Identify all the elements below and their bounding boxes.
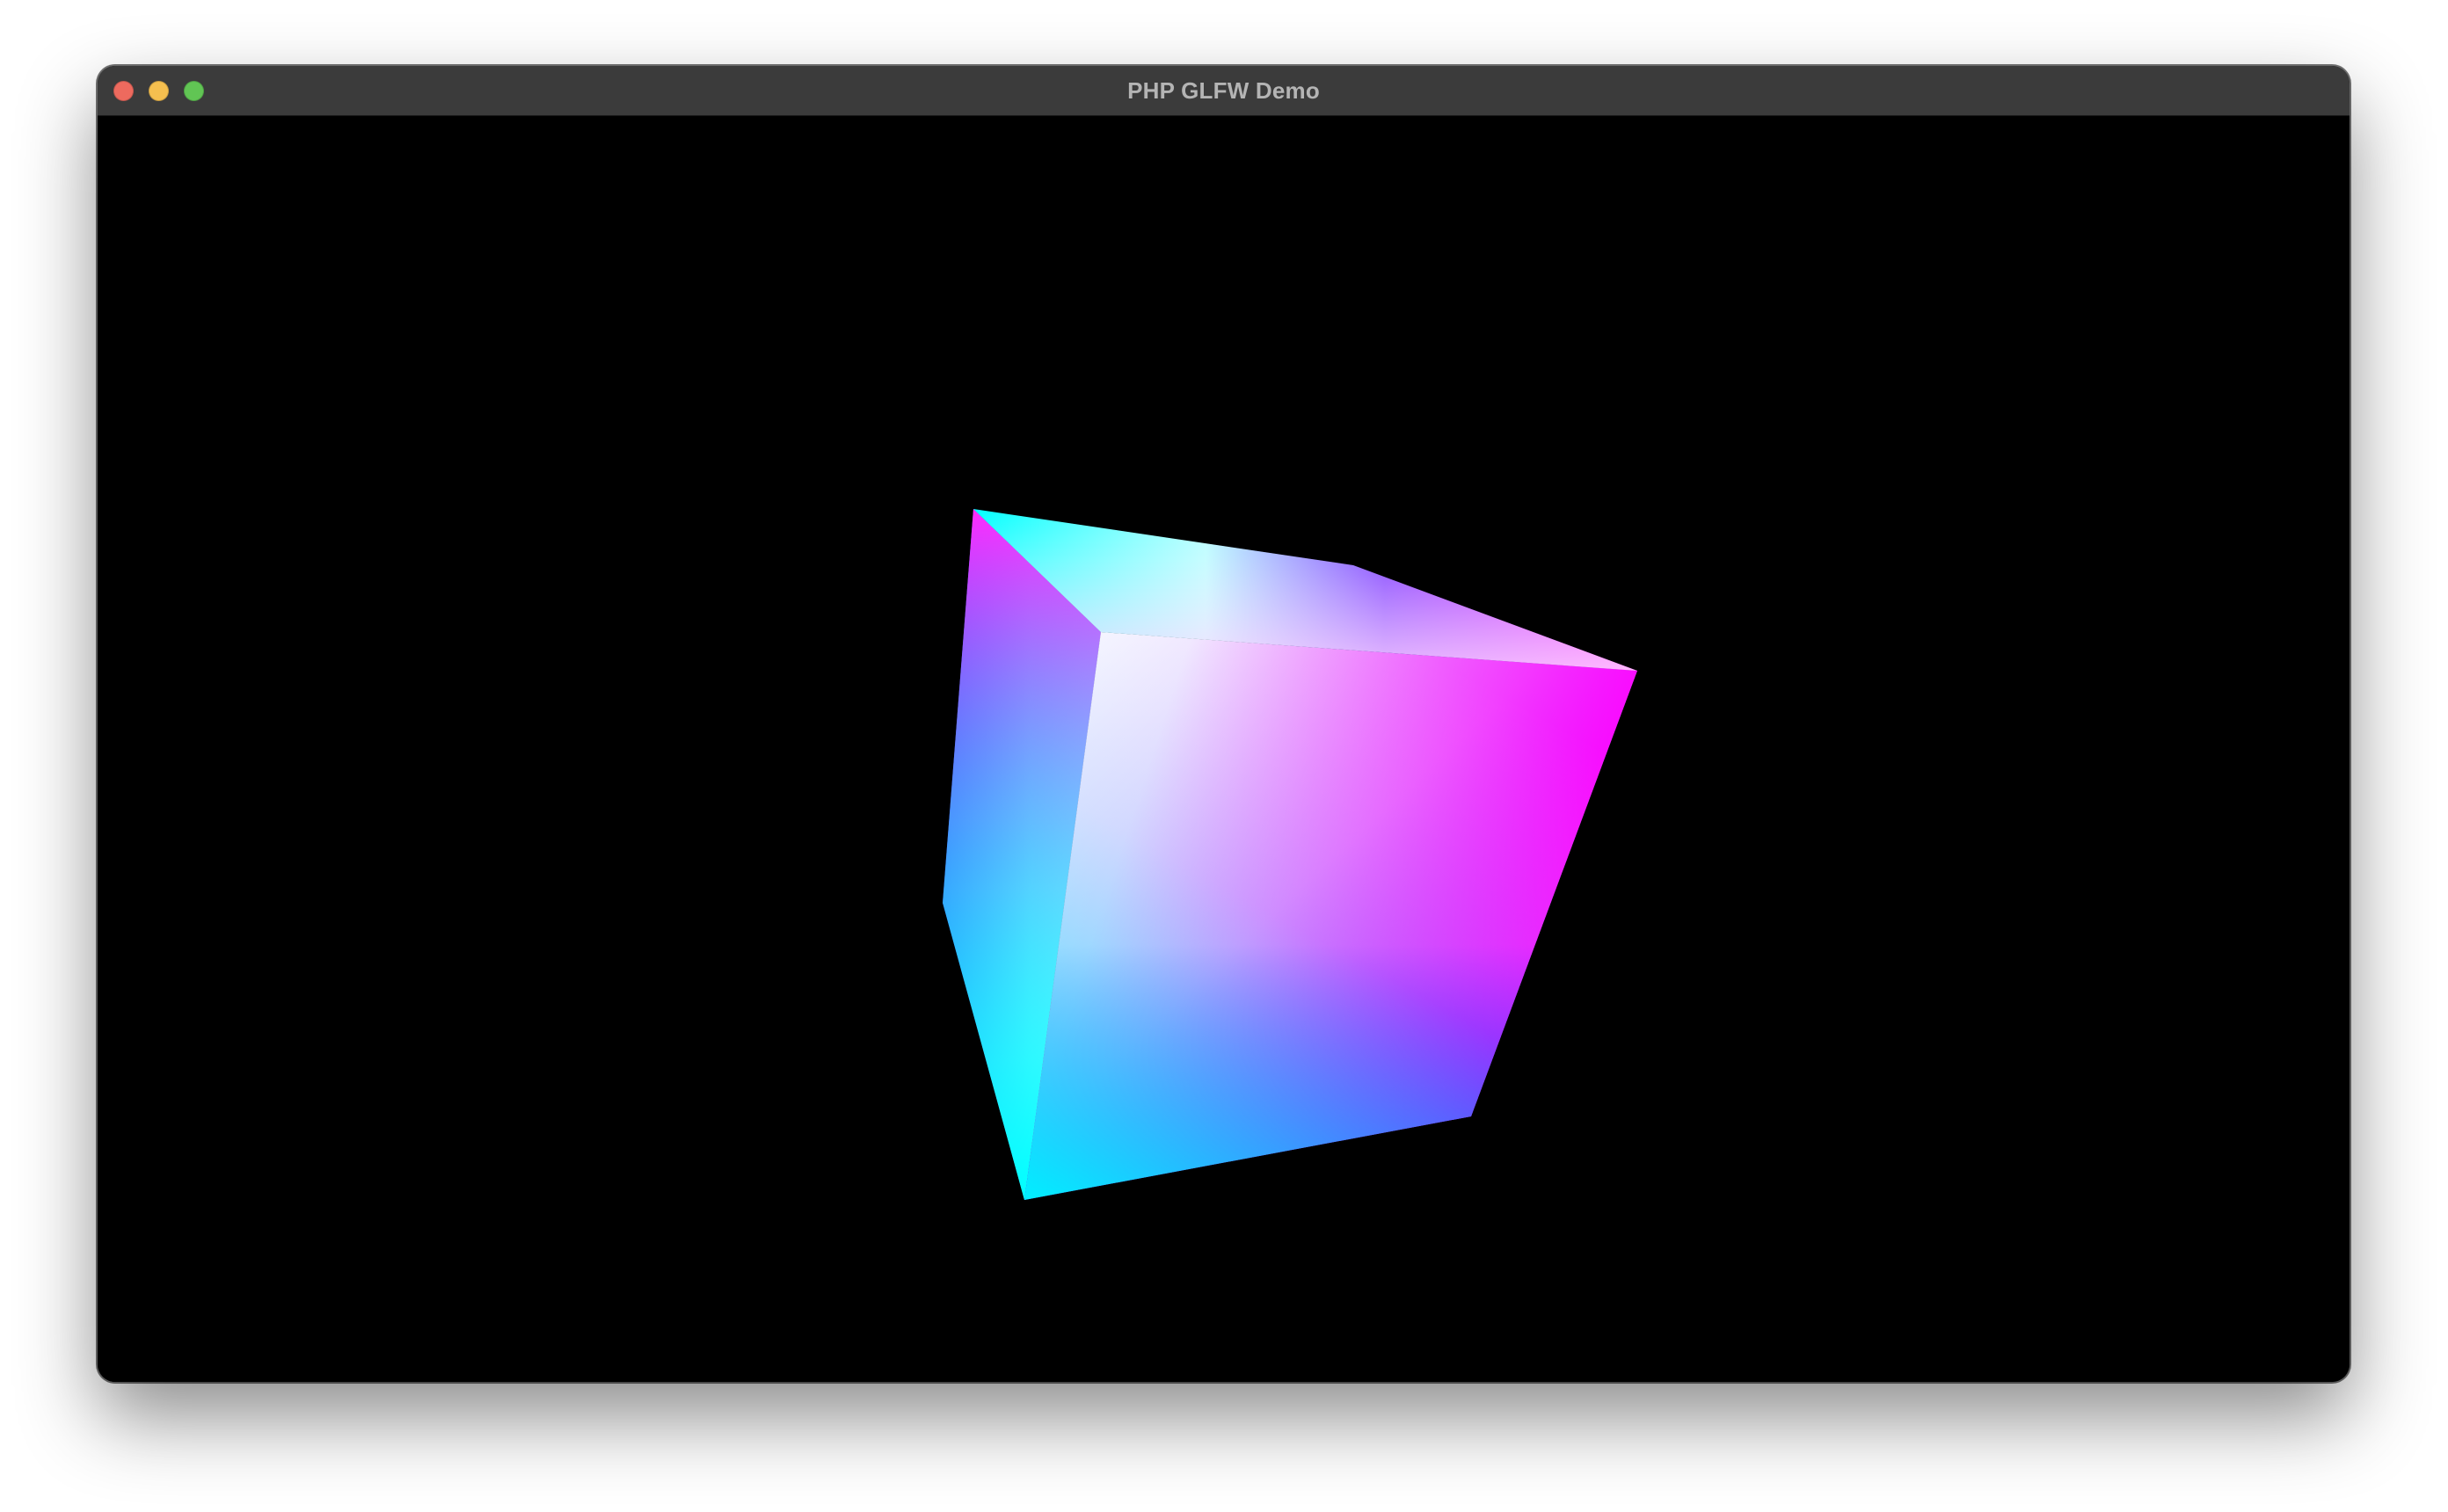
app-window: PHP GLFW Demo [98, 66, 2350, 1382]
render-viewport[interactable] [98, 116, 2350, 1382]
window-title: PHP GLFW Demo [1127, 77, 1320, 104]
title-bar[interactable]: PHP GLFW Demo [98, 66, 2350, 116]
rendered-cube [943, 509, 1637, 1200]
